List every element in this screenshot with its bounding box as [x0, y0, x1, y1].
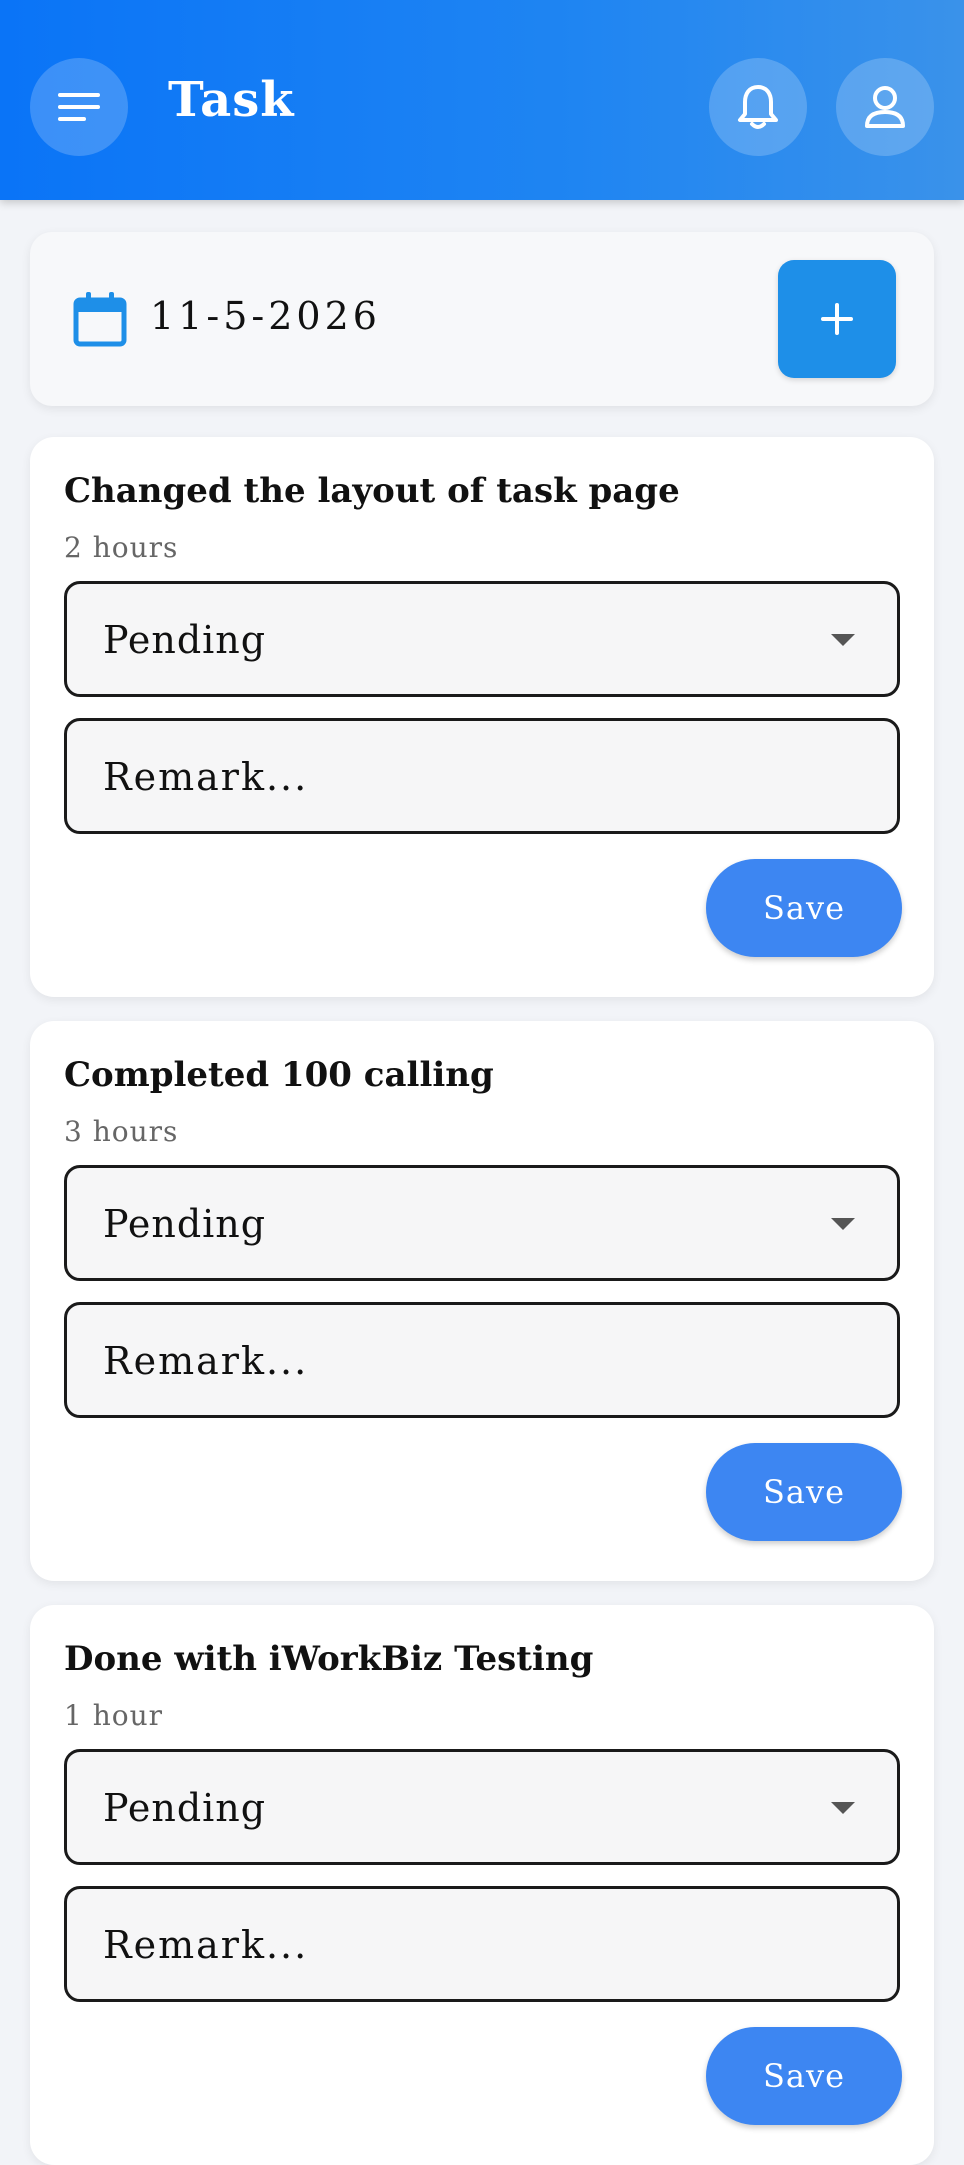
- task-card: Done with iWorkBiz Testing 1 hour Pendin…: [30, 1605, 934, 2165]
- plus-icon: [821, 303, 853, 335]
- chevron-down-icon: [831, 1218, 855, 1230]
- page-title: Task: [168, 72, 295, 128]
- status-value: Pending: [103, 618, 267, 662]
- status-dropdown[interactable]: Pending: [64, 1749, 900, 1865]
- status-dropdown[interactable]: Pending: [64, 1165, 900, 1281]
- save-button[interactable]: Save: [706, 859, 902, 957]
- task-card: Completed 100 calling 3 hours Pending Re…: [30, 1021, 934, 1581]
- chevron-down-icon: [831, 634, 855, 646]
- profile-button[interactable]: [836, 58, 934, 156]
- task-duration: 2 hours: [64, 531, 179, 564]
- task-title: Done with iWorkBiz Testing: [64, 1639, 594, 1679]
- user-icon: [865, 86, 905, 128]
- task-title: Completed 100 calling: [64, 1055, 494, 1095]
- remark-placeholder: Remark...: [103, 1339, 309, 1383]
- selected-date[interactable]: 11-5-2026: [150, 294, 381, 338]
- status-value: Pending: [103, 1202, 267, 1246]
- remark-input[interactable]: Remark...: [64, 1302, 900, 1418]
- menu-button[interactable]: [30, 58, 128, 156]
- menu-icon: [58, 93, 100, 121]
- task-duration: 3 hours: [64, 1115, 179, 1148]
- remark-placeholder: Remark...: [103, 1923, 309, 1967]
- calendar-icon[interactable]: [72, 290, 128, 348]
- bell-icon: [738, 85, 778, 129]
- remark-input[interactable]: Remark...: [64, 1886, 900, 2002]
- remark-input[interactable]: Remark...: [64, 718, 900, 834]
- date-selector-card: 11-5-2026: [30, 232, 934, 406]
- task-duration: 1 hour: [64, 1699, 164, 1732]
- save-button[interactable]: Save: [706, 2027, 902, 2125]
- chevron-down-icon: [831, 1802, 855, 1814]
- save-button[interactable]: Save: [706, 1443, 902, 1541]
- task-card: Changed the layout of task page 2 hours …: [30, 437, 934, 997]
- remark-placeholder: Remark...: [103, 755, 309, 799]
- status-dropdown[interactable]: Pending: [64, 581, 900, 697]
- add-task-button[interactable]: [778, 260, 896, 378]
- app-bar: Task: [0, 0, 964, 200]
- status-value: Pending: [103, 1786, 267, 1830]
- task-title: Changed the layout of task page: [64, 471, 680, 511]
- notifications-button[interactable]: [709, 58, 807, 156]
